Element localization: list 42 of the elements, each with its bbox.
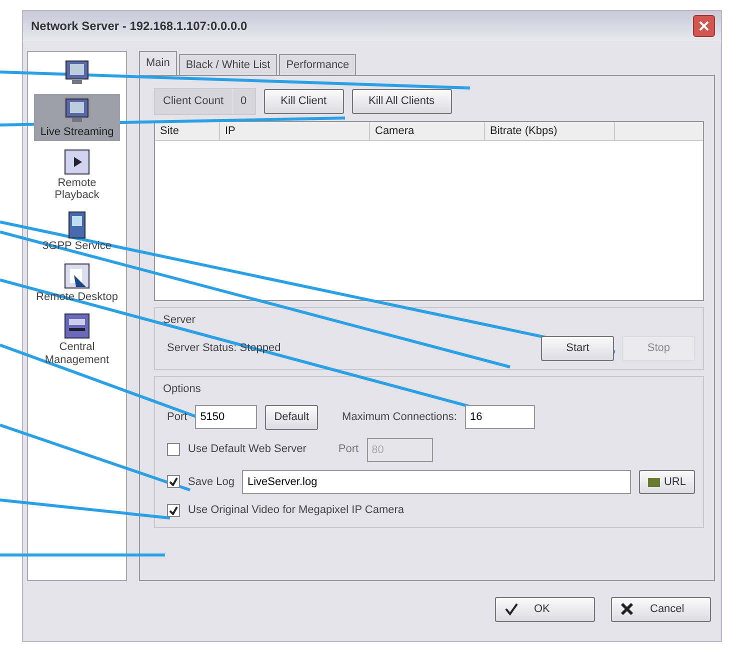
column-header[interactable]: Site — [155, 122, 220, 140]
desktop-icon — [62, 260, 92, 291]
column-header[interactable]: IP — [220, 122, 370, 140]
port-field[interactable]: 5150 — [195, 405, 258, 430]
client-button[interactable]: Kill All Clients — [352, 89, 452, 114]
sidebar-item[interactable]: Remote Playback — [34, 144, 120, 204]
client-count-label: Client Count — [162, 94, 225, 109]
default-button[interactable]: Default — [265, 405, 318, 430]
tab[interactable]: Black / White List — [178, 54, 278, 75]
dialog-button[interactable]: OK — [495, 597, 595, 622]
cross-icon — [620, 602, 634, 616]
dialog-button[interactable]: Cancel — [611, 597, 711, 622]
close-button[interactable] — [693, 15, 715, 37]
checkbox-label: Use Original Video for Megapixel IP Camera — [188, 503, 404, 518]
checkbox[interactable] — [167, 443, 180, 456]
log-file-field[interactable]: LiveServer.log — [242, 470, 631, 494]
server-icon — [62, 311, 92, 342]
max-connections-label: Maximum Connections: — [342, 410, 457, 425]
checkbox-label: Use Default Web Server — [188, 442, 306, 458]
client-button[interactable]: Kill Client — [264, 89, 344, 114]
checkbox-label: Save Log — [188, 474, 234, 490]
server-button[interactable]: Start — [541, 336, 614, 360]
checkbox[interactable] — [167, 475, 180, 488]
client-count-value: 0 — [232, 89, 255, 114]
group-title: Options — [163, 382, 202, 396]
tab[interactable]: Main — [139, 51, 177, 75]
play-icon — [62, 146, 92, 177]
folder-icon — [648, 476, 660, 487]
column-header[interactable]: Bitrate (Kbps) — [485, 122, 615, 140]
port-label: Port — [338, 442, 359, 458]
checkbox[interactable] — [167, 504, 180, 517]
column-header[interactable]: Camera — [370, 122, 485, 140]
close-icon — [699, 21, 709, 31]
max-connections-field[interactable]: 16 — [464, 405, 535, 430]
check-icon — [504, 602, 518, 616]
port-label: Port — [166, 410, 188, 425]
sidebar-item[interactable]: Live Streaming — [34, 94, 120, 141]
tab[interactable]: Performance — [279, 54, 356, 75]
group-title: Server — [163, 312, 196, 328]
sidebar-item[interactable]: Central Management — [34, 309, 120, 368]
browse-button[interactable]: URL — [638, 470, 695, 494]
window-title: Network Server - 192.168.1.107:0.0.0.0 — [31, 18, 248, 35]
